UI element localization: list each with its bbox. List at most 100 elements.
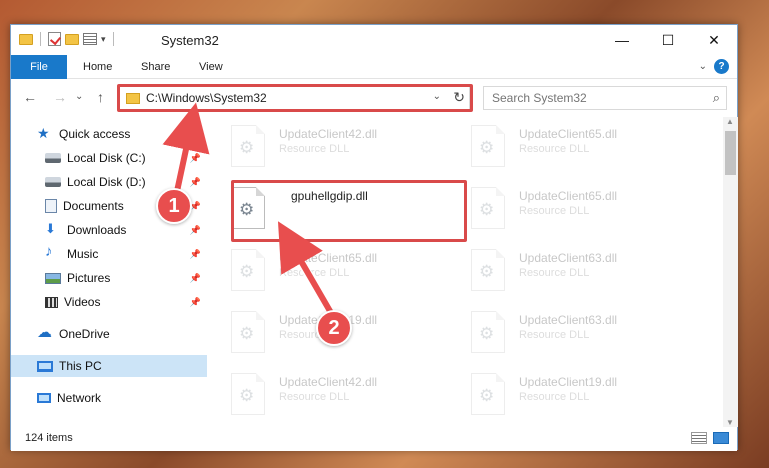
tab-home[interactable]: Home [69, 55, 126, 79]
sidebar-item-this-pc[interactable]: This PC [11, 355, 207, 377]
status-bar: 124 items [11, 427, 737, 451]
up-arrow-icon[interactable]: ↑ [97, 89, 104, 105]
file-item[interactable]: ⚙ UpdateClient42.dll Resource DLL [209, 369, 439, 425]
file-description: Resource DLL [519, 267, 590, 279]
title-bar: ▾ System32 — ☐ ✕ [11, 25, 737, 55]
file-item[interactable]: ⚙ UpdateClient42.dll Resource DLL [209, 121, 439, 177]
expand-ribbon-chevron-icon[interactable]: ⌄ [699, 61, 707, 72]
quick-access-star-icon [37, 125, 53, 142]
pin-icon[interactable]: 📌 [190, 177, 201, 188]
videos-icon [45, 296, 58, 308]
sidebar-item-label: Downloads [67, 223, 127, 237]
step-2-badge: 2 [316, 310, 352, 346]
dll-file-icon: ⚙ [231, 311, 265, 353]
network-icon [37, 393, 51, 403]
file-item[interactable]: ⚙ UpdateClient65.dll Resource DLL [449, 183, 679, 239]
folder-icon [19, 33, 33, 45]
search-input[interactable] [484, 87, 684, 109]
gear-icon: ⚙ [479, 324, 495, 343]
vertical-scrollbar[interactable]: ▲ ▼ [723, 117, 738, 427]
dll-file-icon: ⚙ [471, 187, 505, 229]
drive-icon [45, 177, 61, 187]
gear-icon: ⚙ [479, 262, 495, 281]
recent-locations-chevron-icon[interactable]: ⌄ [75, 91, 83, 102]
sidebar-item-music[interactable]: Music 📌 [11, 243, 207, 265]
address-highlight-box [117, 84, 473, 112]
file-highlight-box [231, 180, 467, 242]
sidebar-item-label: Quick access [59, 127, 131, 141]
window-controls: — ☐ ✕ [599, 25, 737, 55]
gear-icon: ⚙ [239, 386, 255, 405]
onedrive-icon [37, 323, 53, 341]
details-view-icon[interactable] [691, 432, 707, 444]
sidebar-item-label: Documents [63, 199, 124, 213]
drive-icon [45, 153, 61, 163]
sidebar-item-videos[interactable]: Videos 📌 [11, 291, 207, 313]
pin-icon[interactable]: 📌 [190, 273, 201, 284]
sidebar-item-pictures[interactable]: Pictures 📌 [11, 267, 207, 289]
scroll-down-arrow-icon[interactable]: ▼ [726, 418, 734, 427]
help-icon[interactable]: ? [714, 59, 729, 74]
music-icon [45, 243, 61, 261]
sidebar-item-label: Local Disk (D:) [67, 175, 146, 189]
tab-view[interactable]: View [185, 55, 237, 79]
documents-icon [45, 199, 57, 213]
pin-icon[interactable]: 📌 [190, 225, 201, 236]
sidebar-item-quick-access[interactable]: Quick access [11, 123, 207, 145]
file-name: UpdateClient19.dll [519, 375, 618, 389]
file-explorer-window: ▾ System32 — ☐ ✕ File Home Share View ⌄ … [10, 24, 738, 451]
this-pc-icon [37, 360, 53, 372]
back-arrow-icon[interactable]: ← [23, 89, 37, 105]
pin-icon[interactable]: 📌 [190, 249, 201, 260]
gear-icon: ⚙ [239, 262, 255, 281]
dll-file-icon: ⚙ [231, 249, 265, 291]
downloads-icon [45, 221, 61, 237]
gear-icon: ⚙ [479, 386, 495, 405]
file-item[interactable]: ⚙ UpdateClient65.dll Resource DLL [209, 245, 439, 301]
file-name: UpdateClient63.dll [519, 251, 618, 265]
sidebar-item-onedrive[interactable]: OneDrive [11, 323, 207, 345]
pin-icon[interactable]: 📌 [190, 153, 201, 164]
close-button[interactable]: ✕ [691, 25, 737, 55]
toolbar-divider [40, 32, 41, 46]
file-name: UpdateClient42.dll [279, 375, 378, 389]
forward-arrow-icon[interactable]: → [53, 89, 67, 105]
file-item[interactable]: ⚙ UpdateClient65.dll Resource DLL [449, 121, 679, 177]
file-description: Resource DLL [279, 391, 350, 403]
pictures-icon [45, 272, 61, 284]
sidebar-item-network[interactable]: Network [11, 387, 207, 409]
file-item[interactable]: ⚙ UpdateClient19.dll Resource DLL [449, 369, 679, 425]
file-description: Resource DLL [279, 267, 350, 279]
sidebar-item-label: This PC [59, 359, 102, 373]
file-name: UpdateClient65.dll [519, 127, 618, 141]
window-title: System32 [161, 33, 219, 48]
properties-check-icon[interactable] [48, 32, 61, 46]
tab-file[interactable]: File [11, 55, 67, 79]
sidebar-item-label: Videos [64, 295, 101, 309]
maximize-button[interactable]: ☐ [645, 25, 691, 55]
scroll-up-arrow-icon[interactable]: ▲ [726, 117, 734, 126]
file-description: Resource DLL [519, 329, 590, 341]
navigation-pane: Quick access Local Disk (C:) 📌 Local Dis… [11, 117, 207, 427]
file-name: UpdateClient65.dll [279, 251, 378, 265]
file-description: Resource DLL [519, 391, 590, 403]
scrollbar-thumb[interactable] [725, 131, 736, 175]
ribbon-tabs: File Home Share View ⌄ ? [11, 55, 737, 79]
gear-icon: ⚙ [479, 200, 495, 219]
toolbar-divider [112, 32, 114, 46]
dll-file-icon: ⚙ [471, 373, 505, 415]
properties-icon[interactable] [83, 33, 97, 45]
pin-icon[interactable]: 📌 [190, 297, 201, 308]
tab-share[interactable]: Share [127, 55, 184, 79]
file-item[interactable]: ⚙ UpdateClient63.dll Resource DLL [449, 245, 679, 301]
new-folder-icon[interactable] [65, 33, 79, 45]
dll-file-icon: ⚙ [471, 125, 505, 167]
large-icons-view-icon[interactable] [713, 432, 729, 444]
minimize-button[interactable]: — [599, 25, 645, 55]
search-icon[interactable]: ⌕ [713, 90, 720, 106]
file-item[interactable]: ⚙ UpdateClient63.dll Resource DLL [449, 307, 679, 363]
step-1-badge: 1 [156, 188, 192, 224]
sidebar-item-local-disk-c[interactable]: Local Disk (C:) 📌 [11, 147, 207, 169]
search-box[interactable]: ⌕ [483, 86, 727, 110]
customize-toolbar-chevron-icon[interactable]: ▾ [101, 34, 106, 45]
